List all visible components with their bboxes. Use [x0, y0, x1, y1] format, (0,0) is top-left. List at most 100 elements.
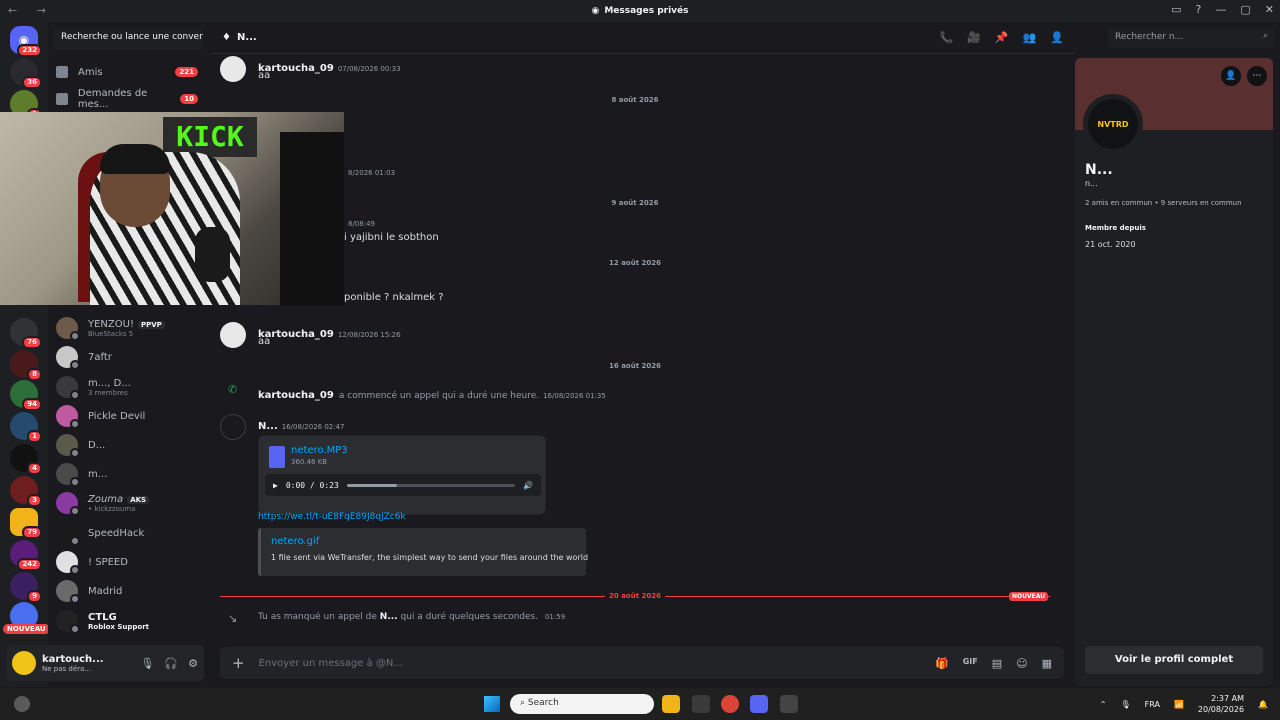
- dm-item[interactable]: D...: [56, 432, 206, 458]
- dm-item[interactable]: Madrid: [56, 578, 206, 604]
- window-controls: ▭ ? — ▢ ✕: [1171, 3, 1274, 16]
- language-indicator[interactable]: FRA: [1145, 700, 1160, 709]
- avatar[interactable]: [220, 414, 246, 440]
- date-divider: 16 août 2026: [220, 362, 1050, 370]
- mail-icon: [56, 93, 68, 105]
- avatar[interactable]: [12, 651, 36, 675]
- requests-count: 10: [180, 94, 198, 104]
- user-status: Ne pas déra...: [42, 664, 91, 673]
- dm-tag: PPVP: [137, 320, 165, 329]
- inbox-icon[interactable]: ▭: [1171, 3, 1181, 16]
- more-icon[interactable]: ⋯: [1247, 66, 1267, 86]
- profile-icon[interactable]: 👤: [1050, 31, 1064, 44]
- dm-name: m...: [88, 468, 108, 480]
- avatar: [56, 376, 80, 400]
- app-icon[interactable]: [692, 695, 710, 713]
- dm-item[interactable]: Zouma AKS • kickzzouma: [56, 490, 206, 516]
- close-button[interactable]: ✕: [1265, 3, 1274, 16]
- nav-requests-label: Demandes de mes...: [77, 88, 148, 110]
- dm-name: Pickle Devil: [88, 410, 146, 422]
- server-icon[interactable]: 1: [10, 412, 42, 443]
- notification-icon[interactable]: 🔔: [1258, 700, 1268, 709]
- avatar[interactable]: [220, 322, 246, 348]
- add-attachment-icon[interactable]: +: [232, 654, 245, 672]
- call-icon[interactable]: 📞: [939, 31, 953, 44]
- volume-icon[interactable]: 🔊: [523, 481, 533, 490]
- dm-item[interactable]: SpeedHack: [56, 520, 206, 546]
- server-icon[interactable]: 4: [10, 444, 42, 475]
- server-icon[interactable]: 8: [10, 350, 42, 381]
- server-icon[interactable]: 36: [10, 58, 42, 89]
- mic-tray-icon[interactable]: 🎙: [1120, 700, 1130, 709]
- dm-item[interactable]: m..., D... 3 membres: [56, 374, 206, 400]
- missed-name[interactable]: N...: [380, 612, 398, 622]
- nav-friends-label: Amis: [78, 66, 103, 78]
- nav-friends[interactable]: Amis 221: [56, 61, 198, 83]
- gift-icon[interactable]: 🎁: [935, 657, 949, 670]
- maximize-button[interactable]: ▢: [1240, 3, 1250, 16]
- message-author[interactable]: N...: [258, 421, 278, 432]
- add-friend-icon[interactable]: 👤: [1221, 66, 1241, 86]
- server-icon[interactable]: 9: [10, 572, 42, 603]
- video-icon[interactable]: 🎥: [967, 31, 981, 44]
- embed-title[interactable]: netero.gif: [271, 536, 576, 547]
- message-timestamp: 8/2026 01:03: [348, 169, 396, 177]
- profile-avatar[interactable]: NVTRD: [1083, 94, 1143, 154]
- window-title-text: Messages privés: [604, 6, 689, 16]
- mutual-info[interactable]: 2 amis en commun • 9 serveurs en commun: [1085, 199, 1242, 207]
- pin-icon[interactable]: 📌: [995, 31, 1009, 44]
- server-icon[interactable]: 79: [10, 508, 42, 539]
- dm-name: m..., D...: [88, 377, 131, 389]
- mic-icon[interactable]: 🎙: [140, 657, 154, 670]
- add-friends-icon[interactable]: 👥: [1023, 31, 1037, 44]
- date-label: 9 août 2026: [607, 199, 663, 207]
- taskbar-search[interactable]: ⌕ Search: [510, 694, 654, 714]
- chat-title: N...: [236, 32, 257, 43]
- nav-arrows[interactable]: ← →: [8, 4, 54, 17]
- discord-taskbar-icon[interactable]: [750, 695, 768, 713]
- dm-item[interactable]: m...: [56, 461, 206, 487]
- avatar[interactable]: [220, 56, 246, 82]
- widgets-icon[interactable]: [14, 696, 30, 712]
- clock[interactable]: 2:37 AM 20/08/2026: [1198, 693, 1244, 715]
- search-input[interactable]: Rechercher n... ⌕: [1108, 28, 1274, 48]
- settings-icon[interactable]: ⚙: [188, 657, 198, 670]
- message-composer[interactable]: + Envoyer un message à @N... 🎁 GIF ▤ ☺ ▦: [220, 647, 1064, 679]
- wetransfer-link[interactable]: https://we.tl/t-uE8FqE89J8qjZc6k: [258, 512, 406, 522]
- find-conversation-button[interactable]: Recherche ou lance une conver...: [53, 28, 203, 50]
- wifi-icon[interactable]: 📶: [1174, 700, 1184, 709]
- gif-icon[interactable]: GIF: [963, 657, 978, 670]
- dm-item[interactable]: Pickle Devil: [56, 403, 206, 429]
- attachment-name[interactable]: netero.MP3: [291, 445, 348, 456]
- profile-panel: 👤 ⋯ NVTRD N... n... 2 amis en commun • 9…: [1075, 58, 1273, 686]
- server-icon[interactable]: 76: [10, 318, 42, 349]
- minimize-button[interactable]: —: [1215, 3, 1226, 16]
- message-author[interactable]: kartoucha_09: [258, 390, 334, 401]
- dm-sub: 3 membres: [88, 388, 128, 397]
- audio-progress[interactable]: [346, 483, 516, 487]
- epic-games-icon[interactable]: [780, 695, 798, 713]
- clock-time: 2:37 AM: [1211, 694, 1245, 703]
- dm-item[interactable]: ! SPEED: [56, 549, 206, 575]
- server-icon[interactable]: 94: [10, 380, 42, 411]
- friends-count: 221: [175, 67, 198, 77]
- sticker-icon[interactable]: ▤: [992, 657, 1002, 670]
- profile-username: n...: [1085, 179, 1098, 188]
- home-button[interactable]: ◉ 232: [10, 26, 42, 57]
- view-full-profile-button[interactable]: Voir le profil complet: [1085, 646, 1263, 674]
- dm-item[interactable]: YENZOU! PPVP BlueStacks 5: [56, 315, 206, 341]
- play-icon[interactable]: ▶: [273, 481, 278, 490]
- chevron-up-icon[interactable]: ⌃: [1100, 700, 1107, 709]
- help-icon[interactable]: ?: [1196, 3, 1202, 16]
- emoji-icon[interactable]: ☺: [1016, 657, 1027, 670]
- dm-item[interactable]: 7aftr: [56, 344, 206, 370]
- server-icon[interactable]: 3: [10, 476, 42, 507]
- start-button[interactable]: [484, 696, 500, 712]
- nav-message-requests[interactable]: Demandes de mes... 10: [56, 88, 198, 110]
- file-explorer-icon[interactable]: [662, 695, 680, 713]
- headset-icon[interactable]: 🎧: [164, 657, 178, 670]
- dm-item[interactable]: CTLG Roblox Support: [56, 608, 206, 634]
- apps-icon[interactable]: ▦: [1042, 657, 1052, 670]
- chrome-icon[interactable]: [721, 695, 739, 713]
- server-icon[interactable]: 242: [10, 540, 42, 571]
